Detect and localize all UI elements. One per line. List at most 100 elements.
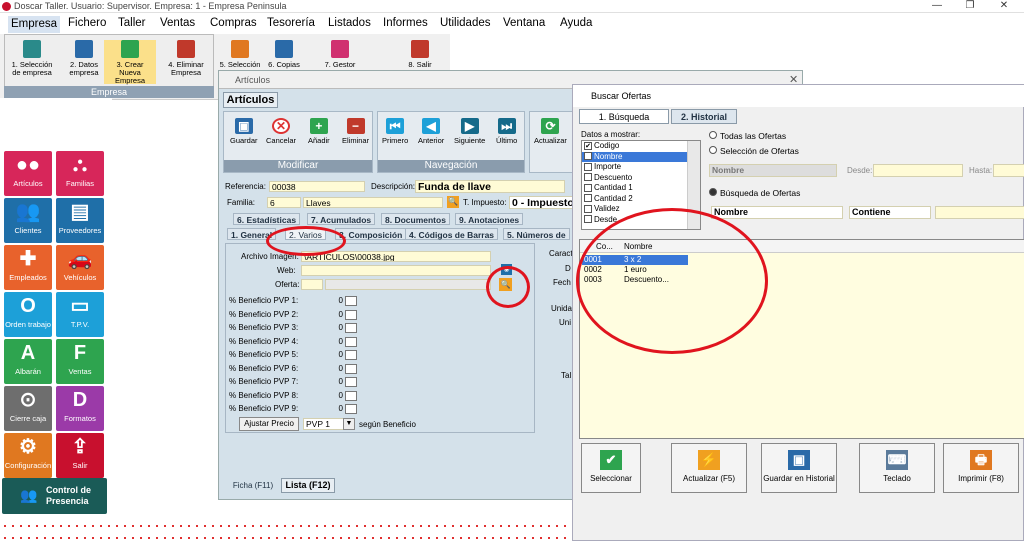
search-value-field[interactable] (935, 206, 1024, 219)
descripcion-field[interactable]: Funda de llave (415, 180, 565, 193)
search-field-select[interactable]: Nombre (711, 206, 843, 219)
tab-articulos[interactable]: Artículos (223, 92, 278, 108)
menu-utilidades[interactable]: Utilidades (440, 17, 491, 29)
offer-button-5[interactable]: 🖶 Imprimir (F8) (943, 443, 1019, 493)
checkbox-icon[interactable]: ✔ (584, 152, 592, 161)
radio-seleccion[interactable]: Selección de Ofertas (709, 146, 799, 156)
datos-item[interactable]: ✔ Nombre (582, 151, 700, 162)
datos-item[interactable]: Cantidad 2 (582, 194, 700, 205)
tile-10[interactable]: F Ventas (56, 339, 104, 384)
oferta-name-field[interactable] (325, 279, 491, 290)
checkbox-icon[interactable] (584, 162, 592, 171)
offer-button-4[interactable]: ⌨ Teclado (859, 443, 935, 493)
tile-5[interactable]: ✚ Empleados (4, 245, 52, 290)
anadir-button[interactable]: + Añadir (308, 118, 330, 145)
tile-1[interactable]: ●● Artículos (4, 151, 52, 196)
referencia-field[interactable]: 00038 (269, 181, 365, 192)
primero-button[interactable]: ⏮ Primero (382, 118, 408, 145)
beneficio-stepper[interactable] (345, 309, 357, 320)
checkbox-icon[interactable] (584, 215, 592, 224)
beneficio-stepper[interactable] (345, 377, 357, 387)
datos-item[interactable]: Descuento (582, 173, 700, 184)
beneficio-value[interactable]: 0 (331, 391, 343, 401)
impuesto-field[interactable]: 0 - Impuesto (509, 196, 579, 209)
tab-historial[interactable]: 2. Historial (671, 109, 737, 124)
ribbon-button-8[interactable]: 8. Salir (398, 40, 442, 69)
tab-acumulados[interactable]: 7. Acumulados (307, 213, 376, 225)
tile-14[interactable]: ⇪ Salir (56, 433, 104, 478)
tab-codigos-barras[interactable]: 4. Códigos de Barras (405, 228, 499, 240)
familia-search-icon[interactable]: 🔍 (447, 196, 459, 208)
checkbox-icon[interactable] (584, 194, 592, 203)
anterior-button[interactable]: ◀ Anterior (418, 118, 444, 145)
pvp-select[interactable]: PVP 1 (303, 418, 347, 430)
radio-busqueda[interactable]: Búsqueda de Ofertas (709, 188, 800, 198)
beneficio-stepper[interactable] (345, 404, 357, 414)
tile-3[interactable]: 👥 Clientes (4, 198, 52, 243)
beneficio-value[interactable]: 0 (331, 350, 343, 360)
siguiente-button[interactable]: ▶ Siguiente (454, 118, 485, 145)
tile-7[interactable]: O Orden trabajo (4, 292, 52, 337)
chevron-down-icon[interactable]: ▼ (343, 418, 355, 430)
tile-12[interactable]: D Formatos (56, 386, 104, 431)
actualizar-button[interactable]: ⟳ Actualizar (534, 118, 567, 145)
datos-item[interactable]: ✔ Codigo (582, 141, 700, 152)
cancelar-button[interactable]: ✕ Cancelar (266, 118, 296, 145)
menu-ventas[interactable]: Ventas (160, 17, 195, 29)
datos-item[interactable]: Importe (582, 162, 700, 173)
eliminar-button[interactable]: − Eliminar (342, 118, 369, 145)
beneficio-value[interactable]: 0 (331, 323, 343, 333)
checkbox-icon[interactable]: ✔ (584, 141, 592, 150)
control-presencia-button[interactable]: 👥 Control de Presencia (2, 478, 107, 514)
beneficio-stepper[interactable] (345, 390, 357, 401)
ribbon-button-4[interactable]: 4. Eliminar Empresa (160, 40, 212, 77)
menu-ayuda[interactable]: Ayuda (560, 17, 592, 29)
tab-lista[interactable]: Lista (F12) (281, 478, 335, 493)
tile-9[interactable]: A Albarán (4, 339, 52, 384)
tile-8[interactable]: ▭ T.P.V. (56, 292, 104, 337)
tab-numeros[interactable]: 5. Números de (503, 228, 570, 240)
menu-taller[interactable]: Taller (118, 17, 145, 29)
ribbon-button-2[interactable]: 2. Datos empresa (58, 40, 110, 77)
beneficio-value[interactable]: 0 (331, 337, 343, 347)
checkbox-icon[interactable] (584, 173, 592, 182)
tab-busqueda[interactable]: 1. Búsqueda (579, 109, 669, 124)
tile-13[interactable]: ⚙ Configuración (4, 433, 52, 478)
beneficio-value[interactable]: 0 (331, 364, 343, 374)
ribbon-button-7[interactable]: 7. Gestor (318, 40, 362, 69)
tile-4[interactable]: ▤ Proveedores (56, 198, 104, 243)
oferta-code-field[interactable] (301, 279, 323, 290)
web-field[interactable] (301, 265, 491, 276)
checkbox-icon[interactable] (584, 204, 592, 213)
menu-empresa[interactable]: Empresa (8, 16, 61, 33)
close-icon[interactable]: ✕ (997, 0, 1011, 11)
maximize-icon[interactable]: ❐ (963, 0, 977, 11)
beneficio-stepper[interactable] (345, 323, 357, 333)
menu-compras[interactable]: Compras (210, 17, 257, 29)
beneficio-stepper[interactable] (345, 336, 357, 347)
tile-6[interactable]: 🚗 Vehículos (56, 245, 104, 290)
ultimo-button[interactable]: ⏭ Último (496, 118, 517, 145)
familia-name-field[interactable]: Llaves (303, 197, 443, 208)
tab-anotaciones[interactable]: 9. Anotaciones (455, 213, 524, 225)
tab-documentos[interactable]: 8. Documentos (381, 213, 450, 225)
ribbon-button-6[interactable]: 6. Copias (262, 40, 306, 69)
ajustar-precio-button[interactable]: Ajustar Precio (239, 417, 299, 431)
tab-estadisticas[interactable]: 6. Estadísticas (233, 213, 301, 225)
menu-ventana[interactable]: Ventana (503, 17, 545, 29)
offer-button-2[interactable]: ⚡ Actualizar (F5) (671, 443, 747, 493)
checkbox-icon[interactable] (584, 183, 592, 192)
menu-tesoreria[interactable]: Tesorería (267, 17, 315, 29)
menu-informes[interactable]: Informes (383, 17, 428, 29)
beneficio-stepper[interactable] (345, 296, 357, 306)
beneficio-value[interactable]: 0 (331, 404, 343, 414)
tile-11[interactable]: ⊙ Cierre caja (4, 386, 52, 431)
beneficio-stepper[interactable] (345, 350, 357, 360)
menu-fichero[interactable]: Fichero (68, 17, 106, 29)
familia-code-field[interactable]: 6 (267, 197, 301, 208)
beneficio-value[interactable]: 0 (331, 377, 343, 387)
hasta-field[interactable] (993, 164, 1024, 177)
desde-field[interactable] (873, 164, 963, 177)
radio-todas[interactable]: Todas las Ofertas (709, 131, 786, 141)
beneficio-stepper[interactable] (345, 363, 357, 374)
